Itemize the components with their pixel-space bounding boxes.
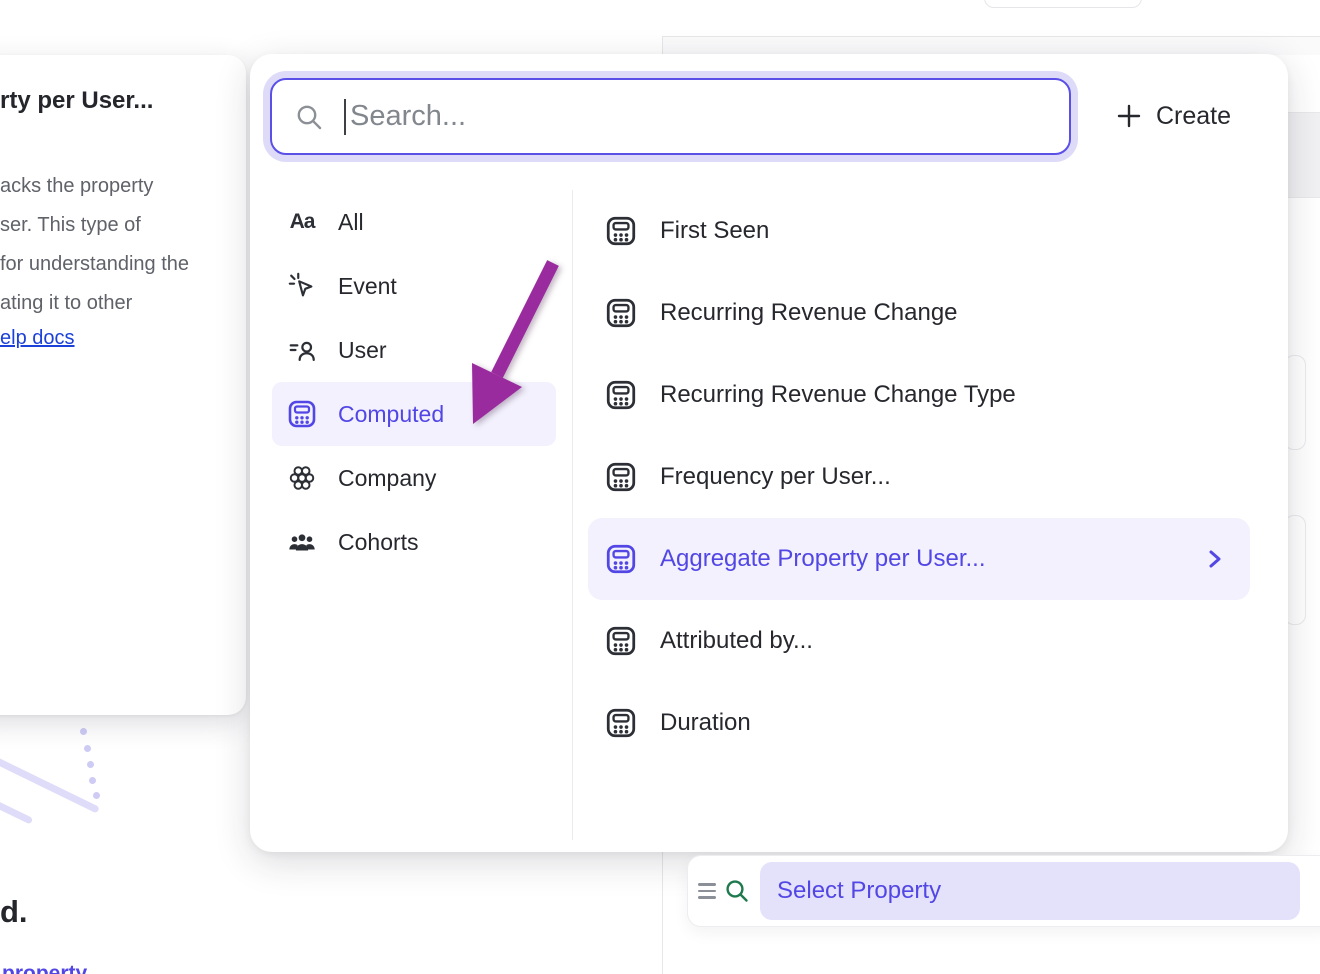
help-docs-link[interactable]: elp docs	[0, 327, 75, 350]
background-table-band	[1288, 112, 1320, 198]
select-property-button[interactable]: Select Property	[760, 862, 1300, 920]
tooltip-body: acks the property ser. This type of for …	[0, 167, 189, 323]
cutoff-link-fragment: property	[2, 961, 112, 974]
horizontal-divider	[663, 36, 1320, 37]
category-item-user[interactable]: User	[272, 318, 556, 382]
category-item-computed[interactable]: Computed	[272, 382, 556, 446]
calculator-icon	[604, 706, 638, 740]
property-list: First Seen Recurring Revenue Change	[588, 190, 1250, 764]
user-list-icon	[286, 334, 318, 366]
decorative-dot	[80, 728, 87, 735]
property-item-first-seen[interactable]: First Seen	[588, 190, 1250, 272]
property-item-recurring-revenue-change-type[interactable]: Recurring Revenue Change Type	[588, 354, 1250, 436]
decorative-dot	[84, 745, 91, 752]
text-cursor	[344, 99, 346, 135]
calculator-icon	[604, 378, 638, 412]
calculator-icon	[604, 296, 638, 330]
aa-text-icon: Aa	[286, 206, 318, 238]
property-item-frequency-per-user[interactable]: Frequency per User...	[588, 436, 1250, 518]
cohorts-people-icon	[286, 526, 318, 558]
calculator-icon	[604, 624, 638, 658]
decorative-line	[0, 756, 100, 813]
chevron-right-icon	[1208, 548, 1222, 570]
property-item-attributed-by[interactable]: Attributed by...	[588, 600, 1250, 682]
category-item-cohorts[interactable]: Cohorts	[272, 510, 556, 574]
calculator-icon	[604, 460, 638, 494]
plus-icon	[1116, 103, 1142, 129]
background-button-sliver	[984, 0, 1142, 8]
property-item-recurring-revenue-change[interactable]: Recurring Revenue Change	[588, 272, 1250, 354]
property-tooltip-card: rty per User... acks the property ser. T…	[0, 55, 246, 715]
property-item-aggregate-property-per-user[interactable]: Aggregate Property per User...	[588, 518, 1250, 600]
drag-handle-icon[interactable]	[698, 883, 716, 899]
property-bar: Select Property	[687, 855, 1320, 927]
cutoff-heading-fragment: d.	[0, 894, 28, 930]
category-list: Aa All Event Use	[272, 190, 556, 574]
cursor-click-icon	[286, 270, 318, 302]
category-item-event[interactable]: Event	[272, 254, 556, 318]
calculator-icon	[604, 542, 638, 576]
decorative-dot	[89, 777, 96, 784]
search-input[interactable]	[350, 100, 1069, 133]
property-search-icon	[724, 878, 750, 904]
company-cluster-icon	[286, 462, 318, 494]
decorative-line	[0, 782, 33, 824]
background-strip	[663, 37, 1320, 55]
tooltip-title: rty per User...	[0, 87, 153, 115]
column-divider	[572, 190, 573, 840]
search-field[interactable]	[270, 78, 1071, 155]
search-icon	[294, 102, 324, 132]
property-selector-popover: Create Aa All Event	[250, 54, 1288, 852]
calculator-icon	[286, 398, 318, 430]
app-background: d. property rty per User... acks the pro…	[0, 0, 1320, 974]
calculator-icon	[604, 214, 638, 248]
category-item-company[interactable]: Company	[272, 446, 556, 510]
decorative-dot	[87, 761, 94, 768]
category-item-all[interactable]: Aa All	[272, 190, 556, 254]
create-button[interactable]: Create	[1108, 90, 1239, 142]
decorative-dot	[93, 792, 100, 799]
property-item-duration[interactable]: Duration	[588, 682, 1250, 764]
